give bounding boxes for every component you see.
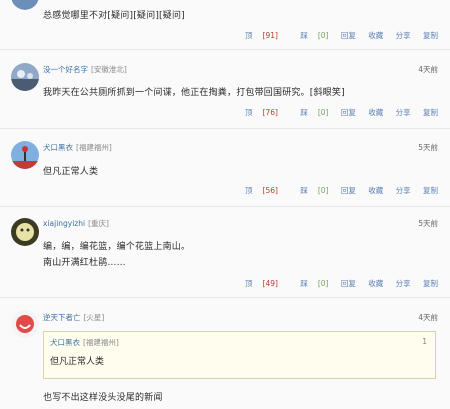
comment-meta: 逆天下者亡 [火星]	[43, 312, 104, 323]
username-link[interactable]: 逆天下者亡	[43, 313, 81, 322]
comment-text-line1: 编，编，编花篮，编个花篮上南山。	[43, 242, 191, 252]
username-link[interactable]: 犬口黑衣	[43, 143, 73, 152]
favorite-button[interactable]: 收藏	[368, 31, 383, 40]
quote-username-link[interactable]: 犬口黑衣	[50, 338, 80, 347]
comment-text: 我昨天在公共厕所抓到一个间谍，他正在掏粪，打包带回国研究。[斜眼笑]	[43, 88, 345, 98]
comment-text: 但凡正常人类	[43, 167, 99, 177]
comment-meta: 没一个好名字 [安徽淮北]	[43, 64, 127, 75]
favorite-button[interactable]: 收藏	[368, 108, 383, 117]
comment-actions: 顶 [76] 踩 [0] 回复 收藏 分享 复制	[225, 107, 438, 118]
share-button[interactable]: 分享	[396, 186, 411, 195]
comment-item: xiajingyizhi [重庆] 5天前 编，编，编花篮，编个花篮上南山。 南山…	[0, 207, 450, 297]
comment-time: 4天前	[418, 65, 438, 74]
comment-time: 4天前	[418, 313, 438, 322]
comment-time: 5天前	[418, 219, 438, 228]
avatar[interactable]	[11, 218, 39, 246]
username-link[interactable]: xiajingyizhi	[43, 219, 85, 228]
comment-text-line2: 南山开满红杜鹃……	[43, 258, 126, 268]
upvote-button[interactable]: 顶 [91]	[235, 31, 278, 40]
downvote-button[interactable]: 踩 [0]	[290, 108, 328, 117]
avatar[interactable]	[11, 141, 39, 169]
avatar[interactable]	[11, 63, 39, 91]
copy-button[interactable]: 复制	[423, 31, 438, 40]
avatar[interactable]	[11, 310, 39, 338]
comment-actions: 顶 [56] 踩 [0] 回复 收藏 分享 复制	[225, 185, 438, 196]
share-button[interactable]: 分享	[396, 279, 411, 288]
reply-button[interactable]: 回复	[341, 279, 356, 288]
quote-floor-number: 1	[422, 337, 427, 346]
avatar[interactable]	[11, 0, 39, 10]
copy-button[interactable]: 复制	[423, 279, 438, 288]
comment-item: 总感觉哪里不对[疑问][疑问][疑问] 顶 [91] 踩 [0] 回复 收藏 分享 …	[0, 0, 450, 49]
username-link[interactable]: 没一个好名字	[43, 65, 88, 74]
comment-meta: xiajingyizhi [重庆]	[43, 218, 109, 229]
comment-time: 5天前	[418, 143, 438, 152]
quote-text: 但凡正常人类	[50, 357, 105, 367]
favorite-button[interactable]: 收藏	[368, 279, 383, 288]
downvote-button[interactable]: 踩 [0]	[290, 186, 328, 195]
comment-item: 犬口黑衣 [福建福州] 5天前 但凡正常人类 顶 [56] 踩 [0] 回复 收藏 分…	[0, 129, 450, 206]
downvote-button[interactable]: 踩 [0]	[290, 279, 328, 288]
reply-button[interactable]: 回复	[341, 186, 356, 195]
user-location: [火星]	[83, 313, 105, 322]
comment-actions: 顶 [49] 踩 [0] 回复 收藏 分享 复制	[225, 278, 438, 289]
downvote-button[interactable]: 踩 [0]	[290, 31, 328, 40]
user-location: [安徽淮北]	[91, 65, 127, 74]
upvote-button[interactable]: 顶 [76]	[235, 108, 278, 117]
comment-item: 没一个好名字 [安徽淮北] 4天前 我昨天在公共厕所抓到一个间谍，他正在掏粪，打包…	[0, 50, 450, 128]
copy-button[interactable]: 复制	[423, 108, 438, 117]
upvote-button[interactable]: 顶 [56]	[235, 186, 278, 195]
quote-user-location: [福建福州]	[83, 338, 119, 347]
upvote-button[interactable]: 顶 [49]	[235, 279, 278, 288]
user-location: [福建福州]	[76, 143, 112, 152]
comment-text: 也写不出这样没头没尾的新闻	[43, 393, 163, 403]
user-location: [重庆]	[88, 219, 109, 228]
comment-text: 总感觉哪里不对[疑问][疑问][疑问]	[43, 11, 185, 21]
comment-meta: 犬口黑衣 [福建福州]	[43, 142, 112, 153]
share-button[interactable]: 分享	[396, 108, 411, 117]
reply-button[interactable]: 回复	[341, 108, 356, 117]
quoted-comment: 犬口黑衣 [福建福州] 1 但凡正常人类	[43, 331, 436, 379]
share-button[interactable]: 分享	[396, 31, 411, 40]
comment-actions: 顶 [91] 踩 [0] 回复 收藏 分享 复制	[225, 30, 438, 41]
copy-button[interactable]: 复制	[423, 186, 438, 195]
favorite-button[interactable]: 收藏	[368, 186, 383, 195]
quote-meta: 犬口黑衣 [福建福州]	[50, 337, 119, 348]
reply-button[interactable]: 回复	[341, 31, 356, 40]
